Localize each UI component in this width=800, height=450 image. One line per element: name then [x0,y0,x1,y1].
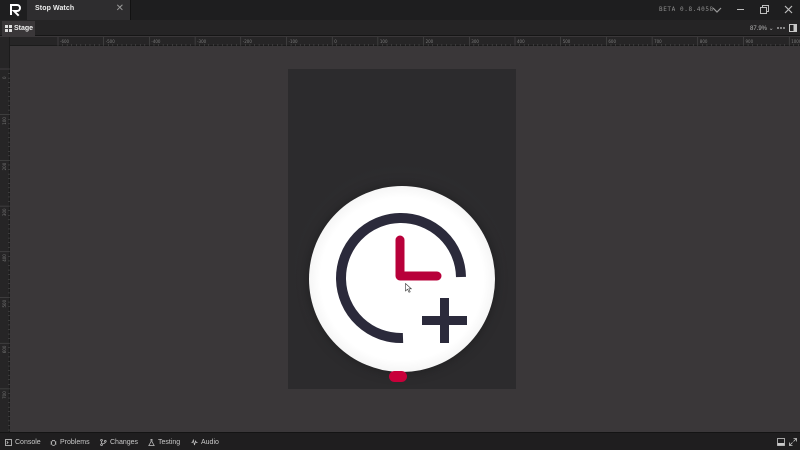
panel-toggle-icon[interactable] [777,438,785,446]
ruler-label: 500 [2,299,7,307]
ruler-vertical: 0 100 200 300 400 500 600 700 [0,37,10,432]
branch-icon [100,438,107,446]
testing-tab[interactable]: Testing [148,437,180,447]
ruler-label: 500 [563,39,571,44]
expand-icon[interactable] [789,438,797,446]
ruler-label: 600 [2,345,7,353]
audio-icon [191,438,198,445]
ruler-label: 100 [2,117,7,125]
stage-canvas[interactable] [11,47,800,432]
ruler-label: -300 [197,39,207,44]
ruler-label: 900 [746,39,754,44]
indicator-dot [389,371,407,382]
audio-tab[interactable]: Audio [191,437,219,447]
app-logo-icon[interactable] [8,3,22,17]
problems-tab[interactable]: Problems [50,437,90,447]
ruler-label: -400 [151,39,161,44]
grid-icon [5,25,12,32]
console-icon [5,438,12,446]
document-tab-title: Stop Watch [35,5,75,12]
artboard[interactable] [288,69,516,389]
testing-label: Testing [158,438,181,446]
ruler-label: 600 [608,39,616,44]
restore-icon[interactable] [760,5,769,14]
ruler-label: -200 [243,39,253,44]
ruler-label: -100 [289,39,299,44]
ruler-label: 200 [426,39,434,44]
zoom-select[interactable]: 87.9% ⌄ [750,25,774,32]
mouse-cursor-icon [405,283,412,293]
ruler-label: 700 [2,391,7,399]
ruler-label: 200 [2,162,7,170]
close-icon[interactable] [784,5,793,14]
ruler-label: 1000 [791,39,800,44]
split-panel-icon[interactable] [789,24,797,32]
document-tab[interactable]: Stop Watch ✕ [27,0,131,20]
more-icon[interactable] [777,25,785,31]
ruler-label: -600 [60,39,70,44]
stage-tab-label: Stage [14,25,34,32]
tab-stage[interactable]: Stage [2,21,35,36]
stopwatch-icon-button[interactable] [309,186,495,372]
chevron-down-icon[interactable] [712,5,722,15]
console-label: Console [15,438,41,446]
ruler-label: 800 [700,39,708,44]
bug-icon [50,439,57,446]
version-label: BETA 0.8.4058 [659,6,714,13]
audio-label: Audio [201,438,219,446]
changes-tab[interactable]: Changes [100,437,138,447]
ruler-label: -500 [106,39,116,44]
ruler-label: 300 [471,39,479,44]
ruler-horizontal-scale: -600 -500 -400 -300 -200 -100 0 100 200 300 400 500… [57,37,800,46]
ruler-horizontal: -600 -500 -400 -300 -200 -100 0 100 200 300 400 500… [10,37,800,46]
ruler-label: 0 [334,39,337,44]
ruler-label: 700 [654,39,662,44]
ruler-label: 300 [2,208,7,216]
title-bar: Stop Watch ✕ BETA 0.8.4058 [0,0,800,20]
clock-plus-icon [336,213,467,344]
console-tab[interactable]: Console [5,437,41,447]
ruler-label: 0 [2,76,7,79]
ruler-label: 400 [517,39,525,44]
minimize-icon[interactable] [737,9,744,10]
tab-close-icon[interactable]: ✕ [116,3,124,15]
problems-label: Problems [60,438,90,446]
ruler-label: 100 [380,39,388,44]
panel-header: Stage 87.9% ⌄ [0,20,800,36]
bottom-bar: Console Problems Changes Testing Audio [0,432,800,450]
flask-icon [148,438,155,446]
ruler-label: 400 [2,254,7,262]
ruler-vertical-scale: 0 100 200 300 400 500 600 700 [0,68,10,431]
changes-label: Changes [110,438,139,446]
